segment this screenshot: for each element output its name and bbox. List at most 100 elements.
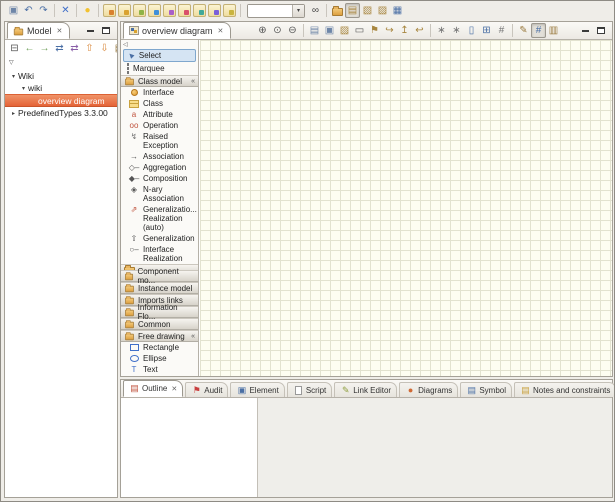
layers-icon[interactable]: ▥ — [546, 23, 561, 38]
move-up-icon[interactable]: ⇧ — [82, 41, 97, 56]
save-diagram-icon[interactable]: ▣ — [322, 23, 337, 38]
line-tool[interactable]: →Line — [121, 375, 198, 376]
tree-collapsed-arrow-icon[interactable]: ▸ — [9, 110, 18, 117]
model-view-tab[interactable]: Model ✕ — [7, 22, 70, 39]
search-binoculars-icon[interactable]: ∞ — [308, 3, 323, 18]
generalization-tool[interactable]: ⇧Generalization — [121, 233, 198, 244]
search-combo-input[interactable] — [248, 5, 292, 16]
search-view-icon[interactable]: ▧ — [360, 3, 375, 18]
new-usecase-icon[interactable] — [223, 4, 236, 17]
new-datatype-icon[interactable] — [148, 4, 161, 17]
maximize-editor-button[interactable] — [595, 25, 607, 36]
tree-expanded-arrow-icon[interactable]: ▾ — [19, 85, 28, 92]
undo-icon[interactable]: ↶ — [21, 3, 36, 18]
interface-realization-tool[interactable]: ○‒InterfaceRealization — [121, 244, 198, 264]
tree-item-overview-diagram[interactable]: overview diagram — [5, 94, 117, 107]
print-icon[interactable]: ▤ — [307, 23, 322, 38]
matrix-view-icon[interactable]: ▦ — [390, 3, 405, 18]
minimize-editor-button[interactable] — [579, 25, 591, 36]
tree-item-predefinedtypes-3-3-00[interactable]: ▸PredefinedTypes 3.3.00 — [5, 107, 117, 119]
chevron-down-icon[interactable]: ▾ — [292, 5, 304, 17]
class-tool[interactable]: Class — [121, 98, 198, 109]
minimize-view-button[interactable] — [84, 25, 96, 36]
nav-up-icon[interactable]: ↥ — [397, 23, 412, 38]
collapse-all-icon[interactable]: ⊟ — [7, 41, 22, 56]
pencil-style-icon[interactable]: ✎ — [516, 23, 531, 38]
tab-link-editor[interactable]: ✎Link Editor — [334, 382, 397, 397]
export-image-icon[interactable]: ▨ — [337, 23, 352, 38]
attribute-tool[interactable]: aAttribute — [121, 109, 198, 120]
grid-icon[interactable]: # — [494, 23, 509, 38]
new-class-icon[interactable] — [118, 4, 131, 17]
palette-collapse-icon[interactable]: ◁ — [123, 41, 128, 48]
edit-links-icon[interactable]: ▨ — [375, 3, 390, 18]
lightbulb-icon[interactable]: ● — [80, 3, 95, 18]
redo-icon[interactable]: ↷ — [36, 3, 51, 18]
configuration-icon[interactable]: ✕ — [58, 3, 73, 18]
rectangle-tool[interactable]: Rectangle — [121, 342, 198, 353]
related-elements-icon[interactable]: ⇄ — [52, 41, 67, 56]
drawer-free-drawing[interactable]: Free drawing« — [121, 330, 198, 342]
text-tool[interactable]: TText — [121, 364, 198, 375]
fit-width-icon[interactable]: ▯ — [464, 23, 479, 38]
nary-association-tool[interactable]: ◈N-aryAssociation — [121, 184, 198, 204]
tab-symbol[interactable]: ▤Symbol — [460, 382, 512, 397]
zoom-out-icon[interactable]: ⊖ — [285, 23, 300, 38]
tab-diagrams[interactable]: ●Diagrams — [399, 382, 458, 397]
drawer-information-flow[interactable]: Information Flo... — [121, 306, 198, 318]
navigate-forward-icon[interactable]: → — [37, 41, 52, 56]
nav-back-icon[interactable]: ↩ — [412, 23, 427, 38]
zoom-in-icon[interactable]: ⊕ — [255, 23, 270, 38]
tab-outline[interactable]: ▤Outline✕ — [123, 380, 183, 397]
new-enumeration-icon[interactable] — [163, 4, 176, 17]
nav-forward-icon[interactable]: ↪ — [382, 23, 397, 38]
marquee-tool[interactable]: Marquee — [123, 62, 196, 75]
move-down-icon[interactable]: ⇩ — [97, 41, 112, 56]
zoom-actual-icon[interactable]: ⊙ — [270, 23, 285, 38]
composition-tool[interactable]: ◆‒Composition — [121, 173, 198, 184]
tree-item-wiki[interactable]: ▾wiki — [5, 82, 117, 94]
drawer-pin-icon[interactable]: « — [191, 333, 195, 340]
tree-item-wiki[interactable]: ▾Wiki — [5, 70, 117, 82]
save-icon[interactable]: ▣ — [6, 3, 21, 18]
close-icon[interactable]: ✕ — [218, 27, 224, 35]
editor-tab-overview-diagram[interactable]: overview diagram ✕ — [123, 22, 231, 39]
generalization-auto-tool[interactable]: ⇗Generalizatio...Realization(auto) — [121, 204, 198, 233]
align-vertical-icon[interactable]: ∗ — [449, 23, 464, 38]
operation-tool[interactable]: ooOperation — [121, 120, 198, 131]
select-tool[interactable]: ►Select — [123, 49, 196, 62]
new-package-icon[interactable] — [103, 4, 116, 17]
model-browser-toggle-icon[interactable]: ▤ — [345, 3, 360, 18]
tree-expanded-arrow-icon[interactable]: ▾ — [9, 73, 18, 80]
quick-search-combo[interactable]: ▾ — [247, 4, 305, 18]
maximize-view-button[interactable] — [100, 25, 112, 36]
close-icon[interactable]: ✕ — [57, 27, 63, 35]
new-interface-icon[interactable] — [133, 4, 146, 17]
new-signal-icon[interactable] — [178, 4, 191, 17]
profile-icon[interactable]: ▤ — [112, 41, 117, 56]
new-actor-icon[interactable] — [208, 4, 221, 17]
show-flag-icon[interactable]: ⚑ — [367, 23, 382, 38]
association-tool[interactable]: →Association — [121, 151, 198, 162]
tab-notes[interactable]: ▤Notes and constraints — [514, 382, 615, 397]
tab-script[interactable]: Script — [287, 382, 332, 397]
drawer-pin-icon[interactable]: « — [191, 78, 195, 85]
drawer-component-model[interactable]: Component mo... — [121, 270, 198, 282]
drawer-class-model[interactable]: Class model« — [121, 75, 198, 87]
navigate-back-icon[interactable]: ← — [22, 41, 37, 56]
aggregation-tool[interactable]: ◇‒Aggregation — [121, 162, 198, 173]
snap-to-grid-icon[interactable]: # — [531, 23, 546, 38]
ellipse-tool[interactable]: Ellipse — [121, 353, 198, 364]
raised-exception-tool[interactable]: ↯RaisedException — [121, 131, 198, 151]
drawer-instance-model[interactable]: Instance model — [121, 282, 198, 294]
outline-content[interactable] — [121, 398, 258, 497]
diagram-canvas[interactable] — [200, 40, 612, 376]
fit-page-icon[interactable]: ⊞ — [479, 23, 494, 38]
tab-element[interactable]: ▣Element — [230, 382, 284, 397]
view-menu-icon[interactable]: ▽ — [9, 59, 14, 66]
related-links-icon[interactable]: ⇄ — [67, 41, 82, 56]
interface-tool[interactable]: Interface — [121, 87, 198, 98]
selection-frame-icon[interactable]: ▭ — [352, 23, 367, 38]
close-icon[interactable]: ✕ — [171, 385, 177, 393]
new-component-icon[interactable] — [193, 4, 206, 17]
